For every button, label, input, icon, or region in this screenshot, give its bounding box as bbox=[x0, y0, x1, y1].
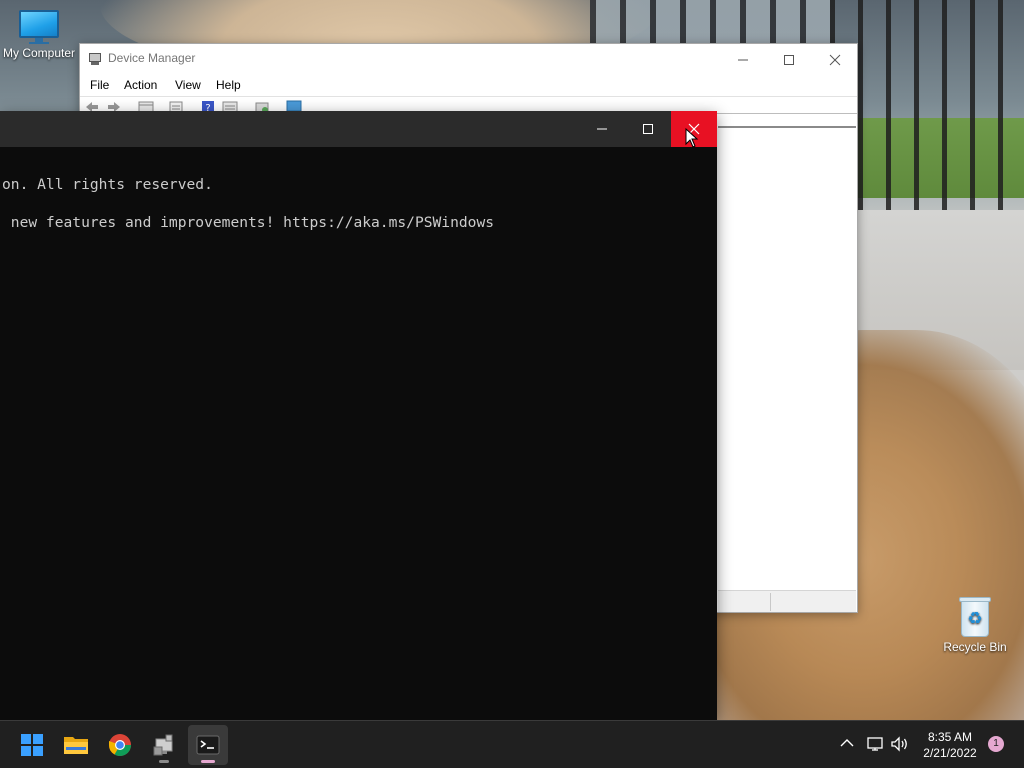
menu-action[interactable]: Action bbox=[124, 78, 157, 92]
desktop-icon-label: Recycle Bin bbox=[943, 640, 1007, 654]
taskbar-device-manager[interactable] bbox=[144, 725, 184, 765]
taskbar: 8:35 AM 2/21/2022 bbox=[0, 720, 1024, 768]
maximize-icon bbox=[643, 123, 653, 134]
window-titlebar[interactable]: Device Manager bbox=[80, 44, 857, 74]
status-bar bbox=[718, 590, 856, 612]
taskbar-chrome[interactable] bbox=[100, 725, 140, 765]
desktop-icon-recycle-bin[interactable]: ♻ Recycle Bin bbox=[940, 596, 1010, 654]
clock-date: 2/21/2022 bbox=[923, 746, 977, 760]
terminal-window[interactable]: on. All rights reserved. new features an… bbox=[0, 111, 717, 720]
console-line: new features and improvements! https://a… bbox=[2, 214, 495, 231]
terminal-titlebar[interactable] bbox=[0, 111, 717, 147]
active-indicator bbox=[201, 760, 215, 763]
maximize-button[interactable] bbox=[766, 44, 812, 74]
desktop-icon-label: My Computer bbox=[2, 46, 76, 60]
network-icon[interactable] bbox=[866, 735, 884, 753]
menu-help[interactable]: Help bbox=[216, 78, 241, 92]
desktop-icon-my-computer[interactable]: My Computer bbox=[0, 8, 78, 60]
taskbar-terminal[interactable] bbox=[188, 725, 228, 765]
menu-view[interactable]: View bbox=[175, 78, 201, 92]
notification-badge[interactable]: 1 bbox=[988, 736, 1004, 752]
terminal-console[interactable]: on. All rights reserved. new features an… bbox=[0, 147, 717, 720]
running-indicator bbox=[159, 760, 169, 763]
minimize-icon bbox=[738, 59, 748, 60]
minimize-icon bbox=[597, 128, 607, 129]
chrome-icon bbox=[109, 734, 131, 756]
menu-bar: File Action View Help bbox=[80, 74, 857, 96]
system-tray bbox=[836, 721, 916, 768]
device-tree-pane[interactable] bbox=[718, 126, 856, 588]
taskbar-file-explorer[interactable] bbox=[56, 725, 96, 765]
menu-file[interactable]: File bbox=[90, 78, 109, 92]
clock[interactable]: 8:35 AM 2/21/2022 bbox=[918, 729, 982, 761]
folder-icon bbox=[64, 737, 88, 754]
volume-icon[interactable] bbox=[890, 735, 910, 753]
clock-time: 8:35 AM bbox=[927, 730, 973, 744]
recycle-bin-icon: ♻ bbox=[958, 596, 992, 638]
monitor-icon bbox=[17, 8, 61, 44]
wallpaper-fence bbox=[830, 0, 1024, 210]
device-manager-icon bbox=[88, 52, 102, 66]
wallpaper-fence-top bbox=[590, 0, 830, 44]
console-line: on. All rights reserved. bbox=[2, 176, 213, 193]
close-icon bbox=[829, 54, 841, 65]
chevron-up-icon[interactable] bbox=[840, 738, 854, 748]
maximize-icon bbox=[784, 54, 794, 65]
mouse-pointer-icon bbox=[685, 128, 699, 148]
terminal-icon bbox=[196, 735, 220, 755]
start-button[interactable] bbox=[12, 725, 52, 765]
device-manager-icon bbox=[153, 734, 173, 756]
windows-start-icon bbox=[21, 734, 43, 756]
close-button[interactable] bbox=[812, 44, 858, 74]
window-title: Device Manager bbox=[108, 51, 196, 65]
terminal-maximize-button[interactable] bbox=[625, 111, 671, 147]
terminal-minimize-button[interactable] bbox=[579, 111, 625, 147]
minimize-button[interactable] bbox=[720, 44, 766, 74]
